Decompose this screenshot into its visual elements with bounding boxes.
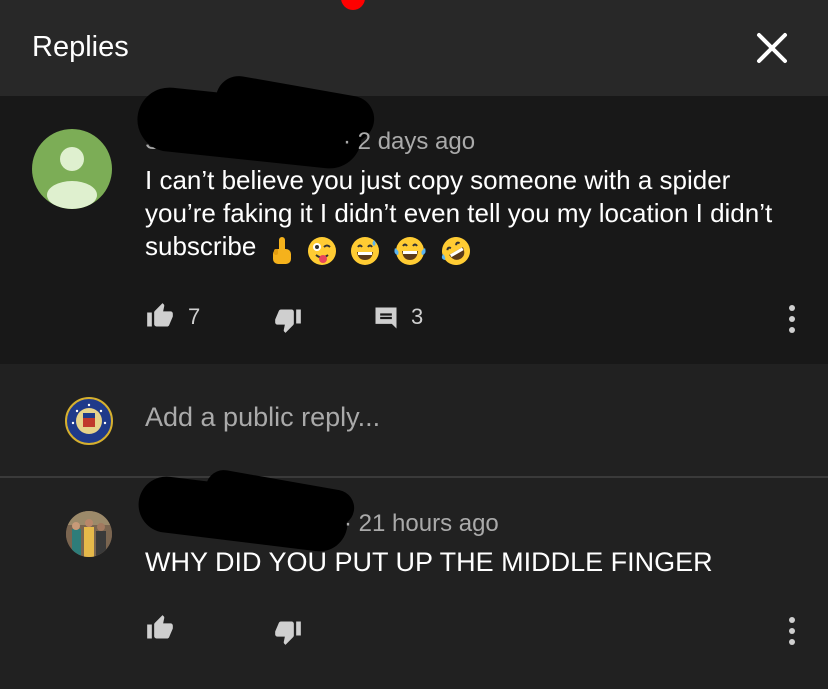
comment-body: I can’t believe you just copy someone wi… [145, 164, 795, 266]
thumbs-down-icon [275, 309, 301, 333]
grinning-sweat-emoji [350, 237, 379, 266]
more-dot-icon [789, 639, 795, 645]
like-button[interactable] [145, 302, 175, 335]
default-user-icon [47, 147, 97, 209]
comment-icon [375, 307, 397, 329]
notification-dot [341, 0, 365, 10]
more-options-button[interactable] [786, 614, 798, 648]
reply-button[interactable] [372, 304, 400, 337]
middle-finger-emoji [272, 237, 291, 265]
reply-body: WHY DID YOU PUT UP THE MIDDLE FINGER [145, 547, 713, 577]
more-dot-icon [789, 316, 795, 322]
rolling-laughing-emoji [442, 237, 471, 266]
more-dot-icon [789, 628, 795, 634]
more-dot-icon [789, 305, 795, 311]
comment-time: 2 days ago [357, 128, 476, 155]
dislike-button[interactable] [273, 306, 303, 339]
like-button[interactable] [145, 614, 175, 647]
like-count: 7 [188, 304, 201, 329]
emoji-row [264, 233, 473, 266]
more-dot-icon [789, 617, 795, 623]
replies-header: Replies [0, 0, 828, 96]
add-reply-row [0, 364, 828, 476]
page-title: Replies [32, 31, 129, 63]
more-dot-icon [789, 327, 795, 333]
meta-separator: · [344, 510, 359, 537]
thumbs-up-icon [147, 615, 173, 639]
divider [0, 476, 828, 478]
close-button[interactable] [752, 28, 792, 68]
winking-tongue-emoji [307, 237, 336, 266]
thumbs-up-icon [147, 303, 173, 327]
reply-count: 3 [411, 304, 424, 329]
user-photo-icon [66, 511, 112, 557]
avatar[interactable] [66, 511, 112, 557]
reply-timestamp: · 21 hours ago [344, 510, 499, 538]
meta-separator: · [343, 128, 358, 155]
reply-time: 21 hours ago [358, 510, 499, 537]
more-options-button[interactable] [786, 302, 798, 336]
dislike-button[interactable] [273, 618, 303, 651]
seal-logo-icon [69, 401, 109, 441]
comment-timestamp: · 2 days ago [343, 128, 475, 156]
avatar[interactable] [65, 397, 113, 445]
avatar[interactable] [32, 129, 112, 209]
close-icon [757, 33, 787, 63]
reply-input[interactable]: Add a public reply... [145, 402, 380, 433]
thumbs-down-icon [275, 621, 301, 645]
tears-of-joy-emoji [394, 237, 426, 266]
